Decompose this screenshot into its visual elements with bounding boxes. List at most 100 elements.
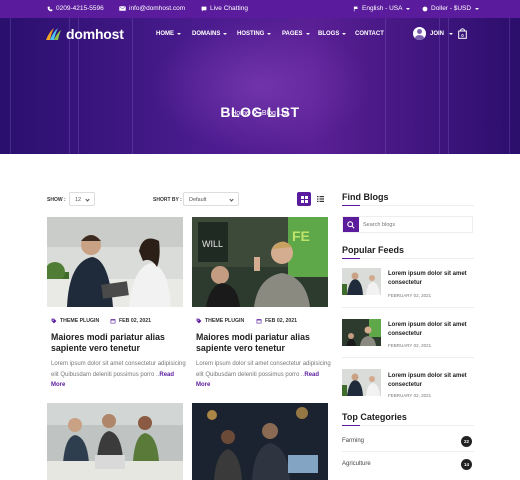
svg-text:0: 0 [461,33,464,38]
heading-underline [342,425,360,426]
nav-home[interactable]: HOME [156,31,181,37]
category-name: Farming [342,438,365,444]
svg-text:FE: FE [292,228,310,244]
tag-icon [51,318,57,324]
nav-domains[interactable]: DOMAINS [192,31,228,37]
list-view-button[interactable] [313,192,327,206]
post-category[interactable]: THEME PLUGIN [51,318,99,324]
language-label: English - USA [362,5,403,12]
search-button[interactable] [343,217,359,232]
post-category-label: THEME PLUGIN [205,318,245,324]
chevron-right-icon [252,109,258,115]
nav-hosting-label: HOSTING [237,31,265,37]
post-image[interactable]: FE WILL [192,217,328,307]
chevron-down-icon [305,33,310,35]
logo[interactable]: domhost [44,26,124,42]
language-selector[interactable]: English - USA [353,5,411,12]
nav-domains-label: DOMAINS [192,31,221,37]
nav-hosting[interactable]: HOSTING [237,31,272,37]
calendar-icon [256,319,262,324]
post-title[interactable]: Maiores modi pariatur alias sapiente ver… [196,332,336,354]
divider [342,425,474,426]
chevron-down-icon [267,33,272,35]
post-date: FEB 02, 2021 [256,318,297,324]
post-image[interactable] [47,403,183,480]
category-name: Agriculture [342,461,371,467]
feed-date: FEBRUARY 02, 2021 [388,393,432,398]
email-icon [119,6,126,11]
feed-thumbnail[interactable] [342,268,381,295]
feed-photo [342,319,381,346]
top-bar: 0209-4215-5596 info@domhost.com Live Cha… [0,0,520,18]
category-item[interactable]: Agriculture 14 [342,458,474,472]
post-category-label: THEME PLUGIN [60,318,100,324]
breadcrumb-home[interactable]: Home [231,110,250,117]
grid-icon [300,195,308,203]
show-value: 12 [75,197,82,203]
list-icon [316,196,324,202]
grid-view-button[interactable] [297,192,311,206]
logo-icon [46,28,61,40]
live-chat-label: Live Chatting [210,5,248,12]
breadcrumb: Home Blog List [0,109,520,117]
chevron-down-icon [342,33,347,35]
page: { "topbar": { "phone": "0209-4215-5596",… [0,0,520,480]
chevron-down-icon [449,32,454,35]
post-category[interactable]: THEME PLUGIN [196,318,244,324]
svg-text:WILL: WILL [202,239,223,249]
feed-title[interactable]: Lorem ipsum dolor sit amet consectetur [388,270,478,288]
top-categories-heading: Top Categories [342,412,407,422]
show-select[interactable]: 12 [69,192,95,206]
popular-feeds-heading: Popular Feeds [342,245,405,255]
nav-contact[interactable]: CONTACT [355,31,384,37]
category-count: 14 [461,459,472,470]
divider [342,258,474,259]
nav-pages[interactable]: PAGES [282,31,310,37]
post-photo-office [47,217,183,307]
join-label: JOIN [430,30,445,37]
post-date: FEB 02, 2021 [110,318,151,324]
divider [342,307,474,308]
heading-underline [342,258,360,259]
feed-thumbnail[interactable] [342,319,381,346]
post-photo-team [47,403,183,480]
nav-blogs[interactable]: BLOGS [318,31,347,37]
sort-select[interactable]: Default [183,192,239,206]
join-button[interactable]: JOIN [413,27,454,40]
phone-icon [47,6,53,11]
sort-label: SHORT BY : [153,197,182,203]
divider [342,205,474,206]
search-input[interactable] [363,219,468,230]
chevron-down-icon [85,197,90,202]
email-address: info@domhost.com [129,5,186,12]
feed-photo [342,268,381,295]
live-chat-link[interactable]: Live Chatting [201,5,248,12]
feed-photo [342,369,381,396]
main-nav: domhost HOME DOMAINS HOSTING PAGES BLOGS… [0,18,520,52]
category-item[interactable]: Farming 22 [342,435,474,449]
logo-text: domhost [66,26,124,42]
sort-value: Default [189,197,207,203]
flag-icon [353,6,358,11]
phone-number: 0209-4215-5596 [56,5,104,12]
currency-selector[interactable]: Doller - $USD [422,5,480,12]
phone-contact[interactable]: 0209-4215-5596 [47,5,104,12]
post-excerpt: Lorem ipsum dolor sit amet consectetur a… [51,359,187,391]
post-image[interactable] [192,403,328,480]
post-date-label: FEB 02, 2021 [265,318,298,324]
chevron-down-icon [406,7,411,10]
cart-button[interactable]: 0 [458,28,467,39]
feed-title[interactable]: Lorem ipsum dolor sit amet consectetur [388,372,478,390]
feed-date: FEBRUARY 02, 2021 [388,343,432,348]
search-icon [347,220,355,229]
nav-contact-label: CONTACT [355,31,384,37]
breadcrumb-current: Blog List [261,110,289,117]
nav-blogs-label: BLOGS [318,31,340,37]
chevron-down-icon [229,197,234,202]
show-label: SHOW : [47,197,66,203]
post-image[interactable] [47,217,183,307]
feed-title[interactable]: Lorem ipsum dolor sit amet consectetur [388,321,478,339]
post-title[interactable]: Maiores modi pariatur alias sapiente ver… [51,332,191,354]
feed-thumbnail[interactable] [342,369,381,396]
email-contact[interactable]: info@domhost.com [119,5,185,12]
